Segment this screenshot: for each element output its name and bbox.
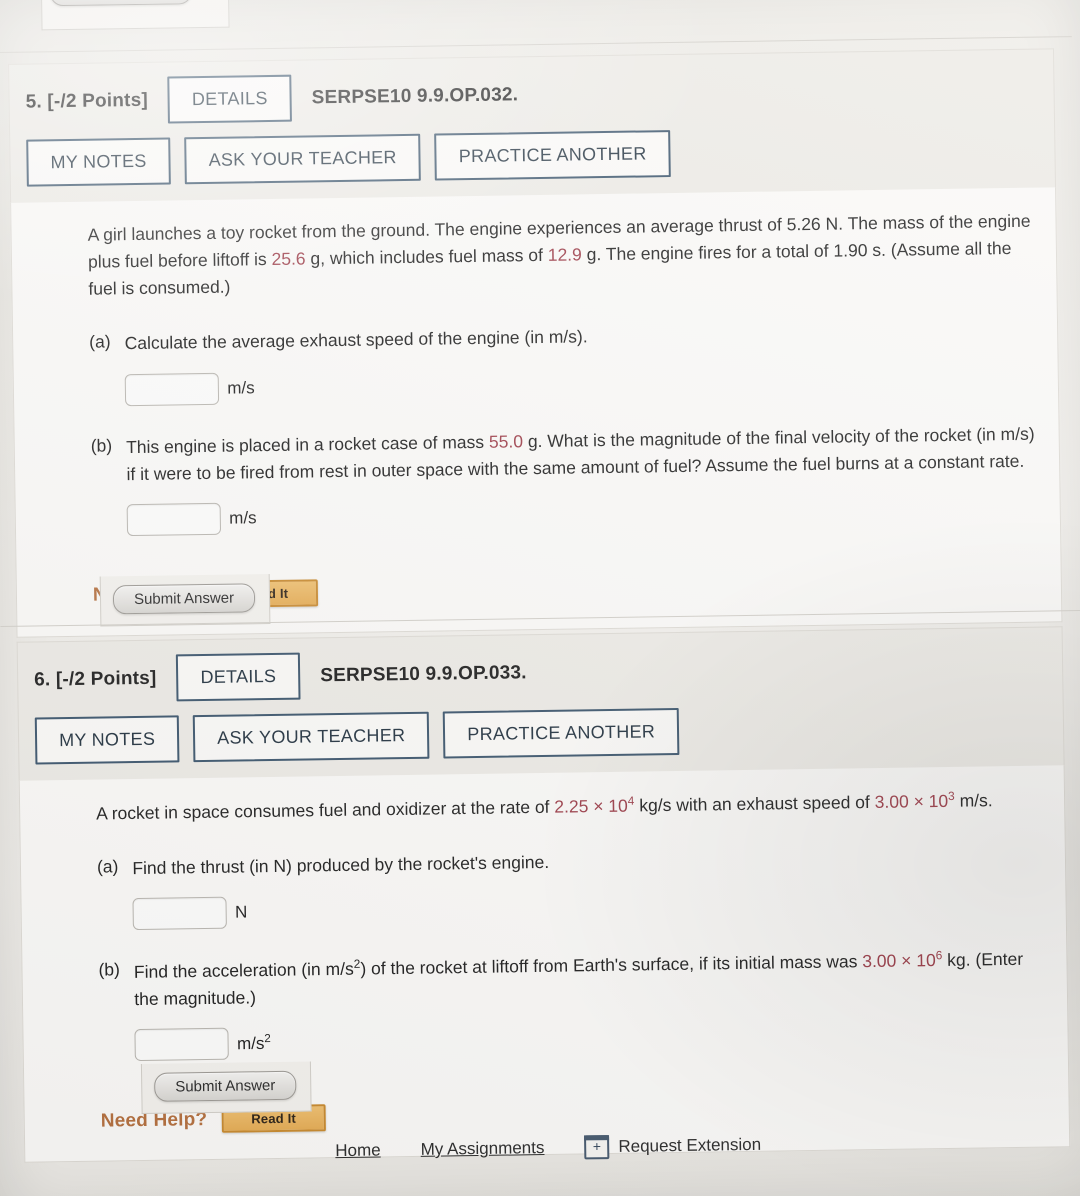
home-link[interactable]: Home: [335, 1140, 381, 1161]
question-card-5: 5. [-/2 Points] DETAILS SERPSE10 9.9.OP.…: [8, 48, 1063, 638]
answer-input-5a[interactable]: [125, 372, 220, 406]
webassign-page: Submit Answer 5. [-/2 Points] DETAILS SE…: [0, 0, 1080, 1196]
question-5-body: A girl launches a toy rocket from the gr…: [10, 187, 1063, 638]
answer-unit-5b: m/s: [229, 507, 257, 528]
answer-input-6a[interactable]: [132, 896, 228, 931]
part-b-text-6: Find the acceleration (in m/s2) of the r…: [133, 948, 1024, 1010]
request-extension-button[interactable]: Request Extension: [584, 1133, 761, 1160]
submit-answer-button-6[interactable]: Submit Answer: [154, 1070, 297, 1102]
part-b-label-5: (b): [90, 434, 113, 456]
screen-surface: Submit Answer 5. [-/2 Points] DETAILS SE…: [0, 0, 1080, 1196]
part-a-text-6: Find the thrust (in N) produced by the r…: [132, 851, 550, 879]
answer-unit-5a: m/s: [227, 377, 255, 398]
ask-your-teacher-button-5[interactable]: ASK YOUR TEACHER: [184, 133, 422, 185]
answer-unit-6b: m/s2: [236, 1032, 271, 1054]
question-6-header: 6. [-/2 Points] DETAILS SERPSE10 9.9.OP.…: [16, 626, 1065, 781]
request-extension-label: Request Extension: [618, 1134, 762, 1156]
question-6-part-b: (b) Find the acceleration (in m/s2) of t…: [98, 945, 1047, 1062]
part-a-text-5: Calculate the average exhaust speed of t…: [124, 326, 588, 354]
previous-question-submit-tray: Submit Answer: [40, 0, 230, 31]
submit-tray-5: Submit Answer: [99, 574, 271, 627]
practice-another-button-5[interactable]: PRACTICE ANOTHER: [434, 130, 671, 181]
question-5-part-a: (a) Calculate the average exhaust speed …: [89, 317, 1038, 406]
question-5-header: 5. [-/2 Points] DETAILS SERPSE10 9.9.OP.…: [8, 48, 1057, 203]
part-b-text-5: This engine is placed in a rocket case o…: [125, 423, 1035, 484]
question-6-code: SERPSE10 9.9.OP.033.: [320, 661, 527, 686]
question-5-points: 5. [-/2 Points]: [25, 89, 149, 113]
my-notes-button-5[interactable]: MY NOTES: [26, 137, 171, 187]
submit-tray-6: Submit Answer: [140, 1061, 312, 1114]
question-6-points: 6. [-/2 Points]: [34, 667, 157, 691]
answer-input-6b[interactable]: [134, 1027, 230, 1062]
my-notes-button-6[interactable]: MY NOTES: [34, 715, 180, 765]
question-5-stem: A girl launches a toy rocket from the gr…: [87, 210, 1031, 299]
my-assignments-link[interactable]: My Assignments: [421, 1138, 545, 1160]
calendar-plus-icon: [584, 1135, 610, 1160]
submit-answer-button-previous[interactable]: Submit Answer: [49, 0, 193, 7]
question-5-code: SERPSE10 9.9.OP.032.: [311, 83, 519, 108]
photo-backdrop: Submit Answer 5. [-/2 Points] DETAILS SE…: [0, 0, 1080, 1196]
question-6-stem: A rocket in space consumes fuel and oxid…: [96, 788, 993, 824]
details-button-6[interactable]: DETAILS: [176, 652, 301, 702]
part-a-label-6: (a): [96, 856, 119, 877]
ask-your-teacher-button-6[interactable]: ASK YOUR TEACHER: [192, 711, 430, 763]
question-6-part-a: (a) Find the thrust (in N) produced by t…: [97, 842, 1046, 931]
submit-answer-button-5[interactable]: Submit Answer: [112, 583, 256, 615]
question-5-part-b: (b) This engine is placed in a rocket ca…: [91, 420, 1040, 536]
answer-input-5b[interactable]: [126, 502, 222, 536]
practice-another-button-6[interactable]: PRACTICE ANOTHER: [442, 707, 680, 759]
part-b-label-6: (b): [98, 959, 121, 980]
part-a-label-5: (a): [89, 331, 111, 353]
details-button-5[interactable]: DETAILS: [167, 74, 293, 124]
answer-unit-6a: N: [234, 902, 248, 922]
